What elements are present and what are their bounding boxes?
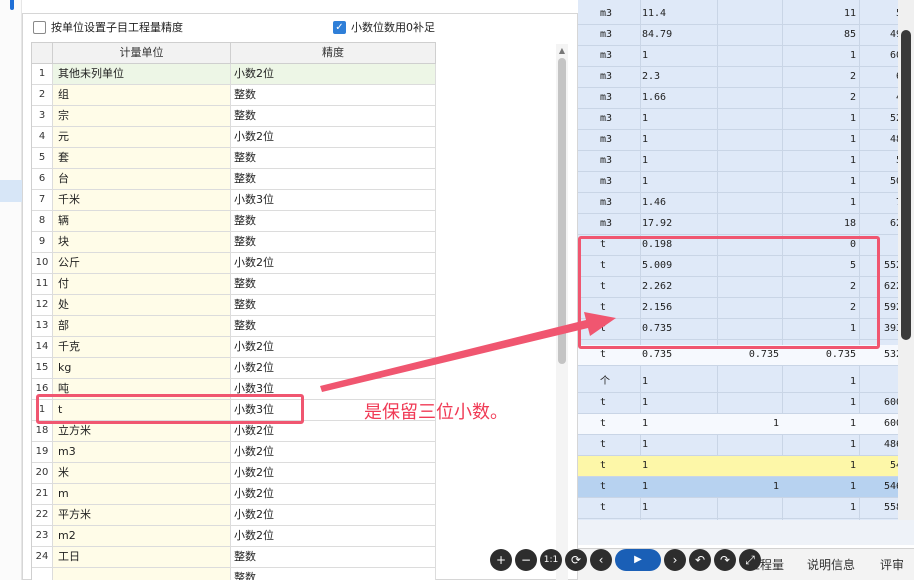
next-icon[interactable]: ›: [664, 549, 686, 571]
previous-icon[interactable]: ‹: [590, 549, 612, 571]
actual-size-icon[interactable]: 1:1: [540, 549, 562, 571]
fit-screen-icon[interactable]: ⤢: [739, 549, 761, 571]
redo-icon[interactable]: ↷: [714, 549, 736, 571]
screenshot-root: m311.4115m384.798549m31160m32.326m31.662…: [0, 0, 914, 580]
image-viewer-controls: + − 1:1 ⟳ ‹ ▶ › ↶ ↷ ⤢: [490, 549, 780, 573]
annotation-text: 是保留三位小数。: [364, 402, 508, 423]
zoom-out-icon[interactable]: −: [515, 549, 537, 571]
play-icon[interactable]: ▶: [615, 549, 661, 571]
annotation-arrow: [320, 312, 616, 392]
undo-icon[interactable]: ↶: [689, 549, 711, 571]
rotate-icon[interactable]: ⟳: [565, 549, 587, 571]
zoom-in-icon[interactable]: +: [490, 549, 512, 571]
